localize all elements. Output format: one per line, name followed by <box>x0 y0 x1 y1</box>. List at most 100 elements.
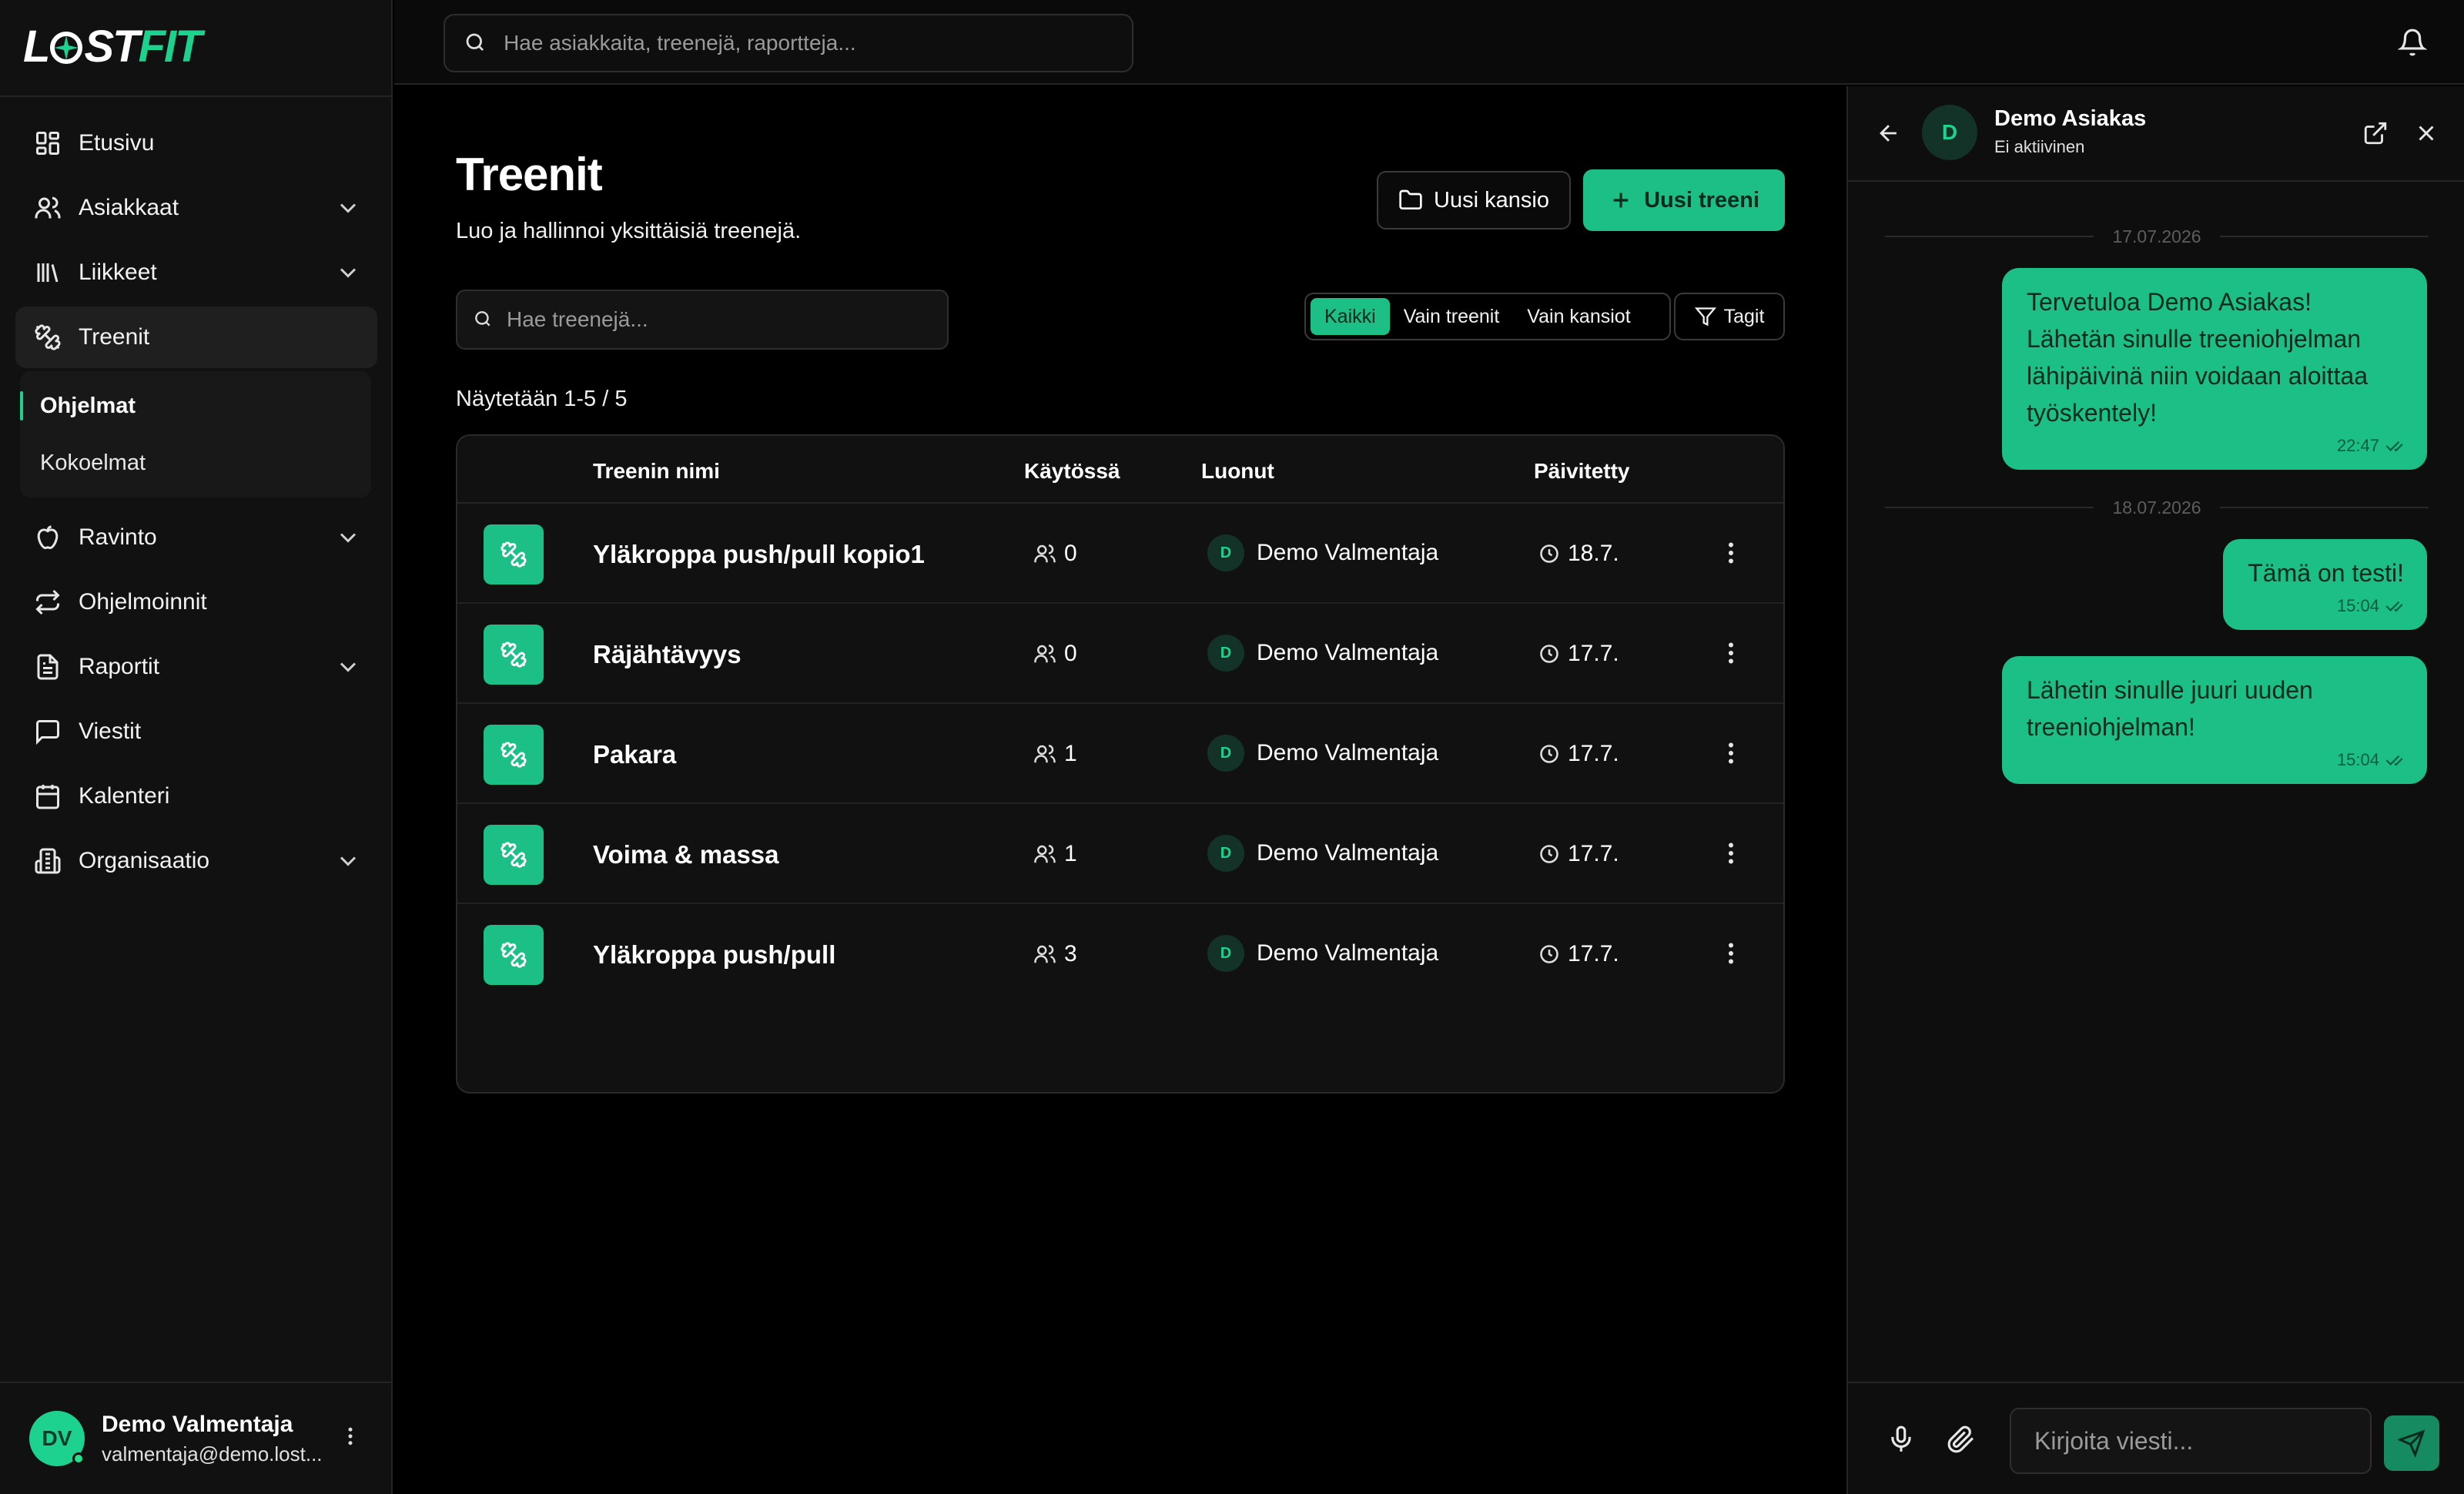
send-icon <box>2398 1429 2426 1457</box>
paperclip-icon[interactable] <box>1947 1425 1976 1454</box>
filter-folders-only[interactable]: Vain kansiot <box>1513 298 1644 335</box>
send-button[interactable] <box>2384 1415 2439 1471</box>
message-text: Lähetin sinulle juuri uuden treeniohjelm… <box>2027 676 2313 741</box>
tags-filter-button[interactable]: Tagit <box>1674 293 1785 340</box>
message-input-wrap[interactable] <box>2010 1408 2372 1474</box>
clock-icon <box>1538 943 1560 965</box>
logo-text-l: L <box>23 21 50 72</box>
creator-name: Demo Valmentaja <box>1257 740 1439 765</box>
workout-search[interactable] <box>456 290 949 350</box>
message-input[interactable] <box>2034 1426 2370 1455</box>
uses-count: 1 <box>1064 741 1077 766</box>
column-header-in-use[interactable]: Käytössä <box>1024 459 1120 484</box>
online-status-dot <box>72 1452 85 1465</box>
sidebar-item-viestit[interactable]: Viestit <box>15 701 377 762</box>
arrow-left-icon[interactable] <box>1876 120 1902 146</box>
sidebar-item-label: Etusivu <box>79 130 155 156</box>
workout-updated: 17.7. <box>1538 641 1619 667</box>
chevron-down-icon <box>334 847 362 875</box>
message-square-icon <box>34 718 62 745</box>
message-bubble: Tervetuloa Demo Asiakas! Lähetän sinulle… <box>2002 268 2427 470</box>
workout-name[interactable]: Voima & massa <box>593 840 779 869</box>
sidebar-subitem-ohjelmat[interactable]: Ohjelmat <box>20 377 371 434</box>
new-workout-button[interactable]: Uusi treeni <box>1583 169 1785 231</box>
double-check-icon <box>2385 440 2403 452</box>
workout-name[interactable]: Yläkroppa push/pull kopio1 <box>593 540 925 569</box>
sidebar-item-ravinto[interactable]: Ravinto <box>15 507 377 568</box>
column-header-creator[interactable]: Luonut <box>1201 459 1274 484</box>
sidebar-item-raportit[interactable]: Raportit <box>15 636 377 698</box>
workout-search-input[interactable] <box>507 307 947 332</box>
table-row[interactable]: Pakara 1 D Demo Valmentaja 17.7. <box>457 704 1783 804</box>
filter-segmented-control: Kaikki Vain treenit Vain kansiot <box>1304 293 1671 340</box>
external-link-icon[interactable] <box>2362 120 2389 146</box>
table-row[interactable]: Räjähtävyys 0 D Demo Valmentaja 17.7. <box>457 604 1783 704</box>
uses-count: 1 <box>1064 841 1077 866</box>
page-subtitle: Luo ja hallinnoi yksittäisiä treenejä. <box>456 219 802 243</box>
table-row[interactable]: Yläkroppa push/pull kopio1 0 D Demo Valment… <box>457 504 1783 604</box>
workout-name[interactable]: Yläkroppa push/pull <box>593 940 835 970</box>
workout-uses: 1 <box>1033 841 1077 867</box>
microphone-icon[interactable] <box>1886 1425 1916 1454</box>
calendar-icon <box>34 782 62 810</box>
workouts-table: Treenin nimi Käytössä Luonut Päivitetty … <box>456 434 1785 1094</box>
sidebar-item-asiakkaat[interactable]: Asiakkaat <box>15 177 377 239</box>
more-vertical-icon[interactable] <box>339 1425 362 1452</box>
dumbbell-icon <box>484 524 544 585</box>
creator-name: Demo Valmentaja <box>1257 940 1439 966</box>
workout-name[interactable]: Räjähtävyys <box>593 640 742 669</box>
clock-icon <box>1538 543 1560 564</box>
more-vertical-icon[interactable] <box>1717 839 1745 867</box>
avatar: DV <box>29 1411 85 1466</box>
global-search-input[interactable] <box>504 31 1132 55</box>
dumbbell-icon <box>484 625 544 685</box>
workout-name[interactable]: Pakara <box>593 740 676 769</box>
more-vertical-icon[interactable] <box>1717 739 1745 767</box>
workout-updated: 17.7. <box>1538 941 1619 967</box>
column-header-updated[interactable]: Päivitetty <box>1534 459 1630 484</box>
sidebar-item-kalenteri[interactable]: Kalenteri <box>15 765 377 827</box>
new-folder-button[interactable]: Uusi kansio <box>1377 171 1571 229</box>
workout-uses: 0 <box>1033 541 1077 567</box>
sidebar-item-label: Raportit <box>79 654 160 679</box>
creator-name: Demo Valmentaja <box>1257 840 1439 866</box>
page-title: Treenit <box>456 149 603 200</box>
users-icon <box>1033 542 1056 565</box>
sidebar-item-treenit[interactable]: Treenit <box>15 307 377 368</box>
workout-creator: D Demo Valmentaja <box>1207 735 1438 772</box>
more-vertical-icon[interactable] <box>1717 639 1745 667</box>
message-meta: 15:04 <box>2248 595 2404 618</box>
user-profile[interactable]: DV Demo Valmentaja valmentaja@demo.lost.… <box>0 1382 393 1494</box>
updated-date: 18.7. <box>1568 541 1619 566</box>
creator-avatar: D <box>1207 534 1244 571</box>
table-body: Yläkroppa push/pull kopio1 0 D Demo Valment… <box>457 504 1783 1004</box>
table-row[interactable]: Yläkroppa push/pull 3 D Demo Valmentaja 17.7… <box>457 904 1783 1004</box>
sidebar-item-label: Organisaatio <box>79 848 210 873</box>
workout-creator: D Demo Valmentaja <box>1207 935 1438 972</box>
date-separator: 17.07.2026 <box>1885 225 2429 248</box>
sidebar-subitem-kokoelmat[interactable]: Kokoelmat <box>20 434 371 491</box>
workout-creator: D Demo Valmentaja <box>1207 534 1438 571</box>
close-icon[interactable] <box>2413 120 2439 146</box>
filter-workouts-only[interactable]: Vain treenit <box>1390 298 1514 335</box>
sidebar-item-organisaatio[interactable]: Organisaatio <box>15 830 377 892</box>
message-text: Tervetuloa Demo Asiakas! Lähetän sinulle… <box>2027 288 2368 427</box>
filter-all[interactable]: Kaikki <box>1311 298 1390 335</box>
more-vertical-icon[interactable] <box>1717 539 1745 567</box>
clock-icon <box>1538 743 1560 765</box>
sidebar-item-etusivu[interactable]: Etusivu <box>15 112 377 174</box>
apple-icon <box>34 524 62 551</box>
creator-avatar: D <box>1207 835 1244 872</box>
uses-count: 0 <box>1064 541 1077 566</box>
brand-logo[interactable]: L ST FIT <box>23 21 203 72</box>
column-header-name[interactable]: Treenin nimi <box>593 459 720 484</box>
global-search[interactable] <box>444 14 1133 72</box>
result-count: Näytetään 1-5 / 5 <box>456 387 628 411</box>
sidebar-item-liikkeet[interactable]: Liikkeet <box>15 242 377 303</box>
bell-icon[interactable] <box>2398 28 2427 57</box>
new-folder-label: Uusi kansio <box>1434 187 1549 213</box>
plus-icon <box>1609 188 1633 213</box>
table-row[interactable]: Voima & massa 1 D Demo Valmentaja 17.7. <box>457 804 1783 904</box>
sidebar-item-ohjelmoinnit[interactable]: Ohjelmoinnit <box>15 571 377 633</box>
more-vertical-icon[interactable] <box>1717 940 1745 967</box>
